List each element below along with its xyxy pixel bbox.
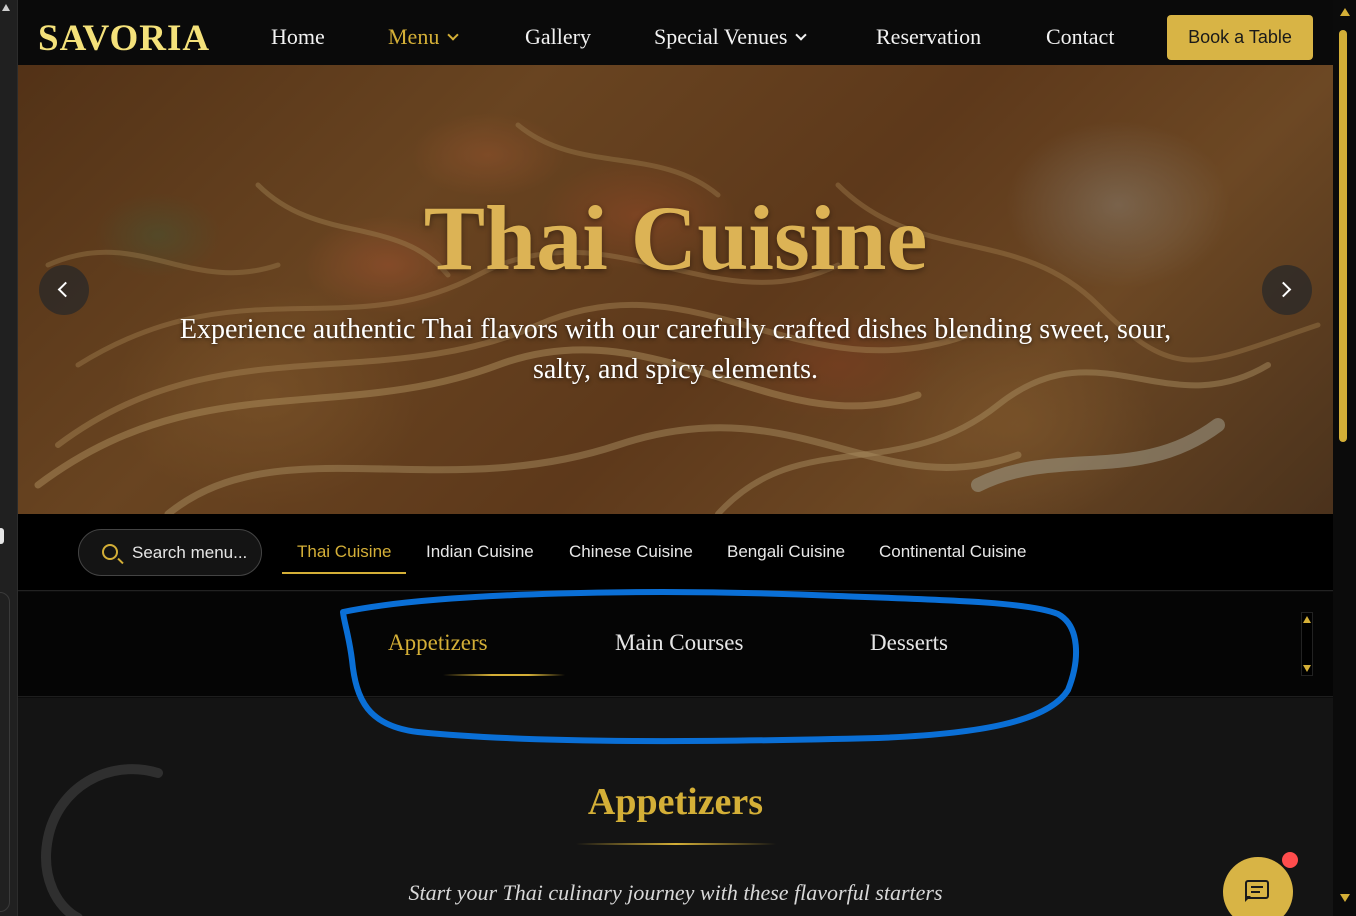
strip-handle[interactable] bbox=[0, 528, 4, 544]
tab-desserts[interactable]: Desserts bbox=[870, 630, 948, 656]
course-active-underline bbox=[443, 674, 565, 676]
nav-reservation[interactable]: Reservation bbox=[876, 24, 981, 50]
left-panel-strip bbox=[0, 0, 18, 916]
section-divider bbox=[576, 843, 776, 845]
site-header: SAVORIA Home Menu Gallery Special Venues… bbox=[18, 0, 1333, 65]
chat-icon-line bbox=[1251, 886, 1263, 888]
nav-special-venues[interactable]: Special Venues bbox=[654, 24, 808, 50]
appetizers-section: Appetizers Start your Thai culinary jour… bbox=[18, 698, 1333, 916]
search-icon bbox=[102, 544, 118, 560]
notification-dot bbox=[1282, 852, 1298, 868]
book-table-button[interactable]: Book a Table bbox=[1167, 15, 1313, 60]
scroll-down-arrow-icon[interactable] bbox=[1340, 894, 1350, 902]
course-tabs-scroller[interactable] bbox=[1301, 612, 1313, 676]
tab-indian-cuisine[interactable]: Indian Cuisine bbox=[426, 542, 534, 562]
scroll-up-icon[interactable] bbox=[1303, 616, 1311, 623]
nav-menu[interactable]: Menu bbox=[388, 24, 459, 50]
chevron-right-icon bbox=[1275, 281, 1292, 298]
nav-label: Home bbox=[271, 24, 325, 49]
hero-subtitle: Experience authentic Thai flavors with o… bbox=[179, 314, 1172, 385]
nav-label: Reservation bbox=[876, 24, 982, 49]
tab-main-courses[interactable]: Main Courses bbox=[615, 630, 743, 656]
section-title: Appetizers bbox=[587, 781, 764, 823]
nav-label: Special Venues bbox=[654, 24, 788, 49]
nav-contact[interactable]: Contact bbox=[1046, 24, 1114, 50]
scroll-down-icon[interactable] bbox=[1303, 665, 1311, 672]
nav-label: Gallery bbox=[525, 24, 591, 49]
chat-icon-line bbox=[1251, 891, 1260, 893]
site-logo[interactable]: SAVORIA bbox=[38, 17, 210, 60]
nav-home[interactable]: Home bbox=[271, 24, 325, 50]
strip-up-arrow-icon[interactable] bbox=[2, 4, 10, 11]
tab-thai-cuisine[interactable]: Thai Cuisine bbox=[297, 542, 392, 562]
nav-gallery[interactable]: Gallery bbox=[525, 24, 591, 50]
page: SAVORIA Home Menu Gallery Special Venues… bbox=[18, 0, 1333, 916]
chevron-down-icon bbox=[795, 29, 808, 41]
hero-title: Thai Cuisine bbox=[423, 187, 928, 289]
strip-frame bbox=[0, 592, 10, 912]
nav-label: Menu bbox=[388, 24, 440, 49]
tab-continental-cuisine[interactable]: Continental Cuisine bbox=[879, 542, 1026, 562]
course-tabs-bar: Appetizers Main Courses Desserts bbox=[18, 592, 1333, 697]
tab-chinese-cuisine[interactable]: Chinese Cuisine bbox=[569, 542, 693, 562]
section-subtitle: Start your Thai culinary journey with th… bbox=[408, 880, 943, 905]
scroll-up-arrow-icon[interactable] bbox=[1340, 8, 1350, 16]
chevron-down-icon bbox=[447, 29, 459, 41]
chevron-left-icon bbox=[57, 281, 74, 298]
hero-banner: Thai Cuisine Experience authentic Thai f… bbox=[18, 65, 1333, 514]
menu-search-input[interactable]: Search menu... bbox=[78, 529, 262, 576]
hero-next-button[interactable] bbox=[1262, 265, 1312, 315]
hero-prev-button[interactable] bbox=[39, 265, 89, 315]
tab-appetizers[interactable]: Appetizers bbox=[388, 630, 488, 656]
cuisine-filter-bar: Search menu... Thai Cuisine Indian Cuisi… bbox=[18, 514, 1333, 591]
page-scrollbar[interactable] bbox=[1333, 0, 1356, 916]
chat-icon bbox=[1245, 880, 1269, 902]
scrollbar-thumb[interactable] bbox=[1339, 30, 1347, 442]
tab-bengali-cuisine[interactable]: Bengali Cuisine bbox=[727, 542, 845, 562]
nav-label: Contact bbox=[1046, 24, 1115, 49]
active-tab-underline bbox=[282, 572, 406, 574]
search-placeholder: Search menu... bbox=[132, 543, 248, 562]
